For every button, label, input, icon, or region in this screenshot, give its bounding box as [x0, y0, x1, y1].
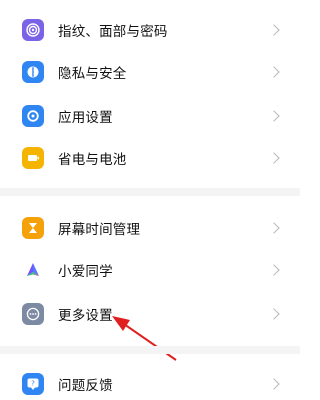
chevron-right-icon [268, 110, 280, 122]
xiaoai-icon [22, 259, 44, 281]
chevron-right-icon [268, 24, 280, 36]
svg-text:?: ? [31, 380, 35, 388]
section-divider [0, 346, 300, 354]
chevron-right-icon [268, 66, 280, 78]
privacy-icon [22, 61, 44, 83]
more-icon [22, 303, 44, 325]
section-divider [0, 188, 300, 196]
settings-item-app-settings[interactable]: 应用设置 [0, 96, 300, 136]
settings-item-battery[interactable]: 省电与电池 [0, 138, 300, 178]
feedback-icon: ? [22, 373, 44, 395]
settings-item-label: 问题反馈 [58, 378, 113, 394]
hourglass-icon [22, 217, 44, 239]
chevron-right-icon [268, 378, 280, 390]
settings-item-label: 指纹、面部与密码 [58, 24, 168, 40]
fingerprint-icon [22, 19, 44, 41]
settings-item-label: 隐私与安全 [58, 66, 127, 82]
settings-item-screen-time[interactable]: 屏幕时间管理 [0, 208, 300, 248]
settings-item-label: 更多设置 [58, 308, 113, 324]
settings-item-label: 小爱同学 [58, 264, 113, 280]
settings-item-label: 应用设置 [58, 110, 113, 126]
battery-icon [22, 147, 44, 169]
chevron-right-icon [268, 264, 280, 276]
settings-item-fingerprint[interactable]: 指纹、面部与密码 [0, 10, 300, 50]
app-settings-icon [22, 105, 44, 127]
chevron-right-icon [268, 222, 280, 234]
chevron-right-icon [268, 308, 280, 320]
settings-item-privacy[interactable]: 隐私与安全 [0, 52, 300, 92]
settings-item-more-settings[interactable]: 更多设置 [0, 294, 300, 334]
settings-item-label: 屏幕时间管理 [58, 222, 141, 238]
chevron-right-icon [268, 152, 280, 164]
settings-item-xiaoai[interactable]: 小爱同学 [0, 250, 300, 290]
settings-item-label: 省电与电池 [58, 152, 127, 168]
settings-screen: 指纹、面部与密码 隐私与安全 应用设置 省电与电池 屏幕时间管理 小爱同学 更多… [0, 0, 300, 400]
settings-item-feedback[interactable]: ? 问题反馈 [0, 364, 300, 400]
